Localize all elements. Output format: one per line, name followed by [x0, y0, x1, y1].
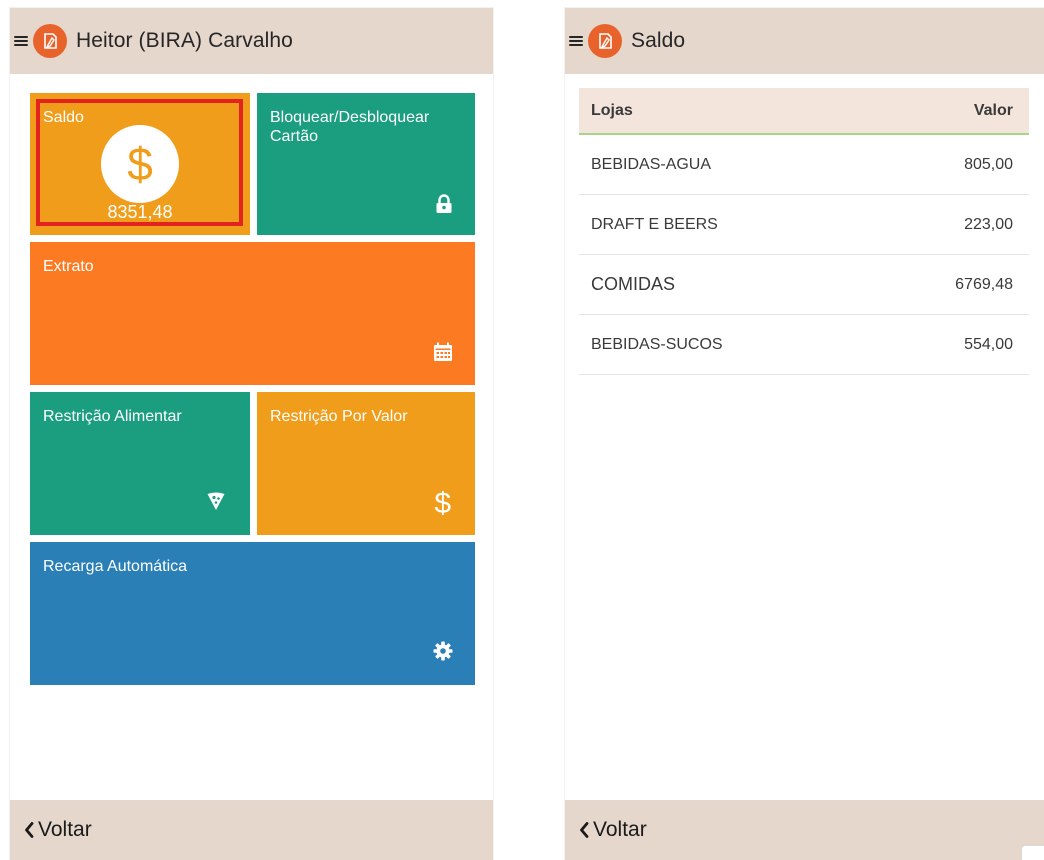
- loja-valor: 805,00: [964, 155, 1013, 173]
- saldo-tile[interactable]: Saldo $ 8351,48: [30, 93, 250, 235]
- calendar-icon: [432, 342, 454, 362]
- column-header-lojas: Lojas: [591, 101, 633, 119]
- table-row: BEBIDAS-AGUA 805,00: [579, 135, 1029, 195]
- menu-icon[interactable]: [14, 34, 28, 48]
- recarga-automatica-tile[interactable]: Recarga Automática: [30, 542, 475, 685]
- loja-name: BEBIDAS-AGUA: [591, 155, 712, 173]
- restricao-valor-tile[interactable]: Restrição Por Valor $: [257, 392, 475, 535]
- page-title: Heitor (BIRA) Carvalho: [76, 29, 293, 52]
- loja-valor: 223,00: [964, 215, 1013, 233]
- selection-highlight: [36, 99, 243, 226]
- saldo-screen: Saldo Lojas Valor BEBIDAS-AGUA 805,00 DR…: [565, 8, 1044, 860]
- column-header-valor: Valor: [973, 101, 1013, 119]
- saldo-table: Lojas Valor BEBIDAS-AGUA 805,00 DRAFT E …: [579, 88, 1029, 375]
- bloquear-tile-label: Bloquear/Desbloquear Cartão: [270, 109, 430, 145]
- loja-name: BEBIDAS-SUCOS: [591, 335, 723, 353]
- back-label: Voltar: [593, 818, 647, 841]
- dollar-icon: $: [434, 487, 451, 520]
- corner-widget: [1021, 845, 1044, 860]
- chevron-left-icon: [25, 822, 34, 838]
- loja-name: DRAFT E BEERS: [591, 215, 718, 233]
- app-header: Heitor (BIRA) Carvalho: [10, 8, 493, 74]
- extrato-tile-label: Extrato: [43, 258, 94, 275]
- back-button[interactable]: Voltar: [24, 818, 92, 842]
- restricao-alimentar-tile-label: Restrição Alimentar: [43, 408, 182, 425]
- page-title: Saldo: [631, 29, 686, 52]
- restricao-valor-tile-label: Restrição Por Valor: [270, 408, 408, 425]
- app-footer: Voltar: [565, 800, 1044, 860]
- lock-icon: [434, 194, 454, 214]
- bloquear-cartao-tile[interactable]: Bloquear/Desbloquear Cartão: [257, 93, 475, 235]
- logo-icon: [33, 24, 67, 58]
- loja-name: COMIDAS: [591, 274, 676, 294]
- app-footer: Voltar: [10, 800, 493, 860]
- table-header: Lojas Valor: [579, 88, 1029, 135]
- extrato-tile[interactable]: Extrato: [30, 242, 475, 385]
- pizza-icon: [206, 491, 226, 511]
- restricao-alimentar-tile[interactable]: Restrição Alimentar: [30, 392, 250, 535]
- home-screen: Heitor (BIRA) Carvalho Saldo $ 8351,48 B…: [10, 8, 493, 860]
- menu-icon[interactable]: [569, 34, 583, 48]
- table-row: DRAFT E BEERS 223,00: [579, 195, 1029, 255]
- gear-icon: [433, 641, 453, 661]
- loja-valor: 6769,48: [955, 275, 1013, 293]
- recarga-tile-label: Recarga Automática: [43, 558, 188, 575]
- back-label: Voltar: [38, 818, 92, 841]
- table-row: BEBIDAS-SUCOS 554,00: [579, 315, 1029, 375]
- logo-icon: [588, 24, 622, 58]
- chevron-left-icon: [580, 822, 589, 838]
- back-button[interactable]: Voltar: [579, 818, 647, 842]
- app-header: Saldo: [565, 8, 1044, 74]
- table-row: COMIDAS 6769,48: [579, 255, 1029, 315]
- loja-valor: 554,00: [964, 335, 1013, 353]
